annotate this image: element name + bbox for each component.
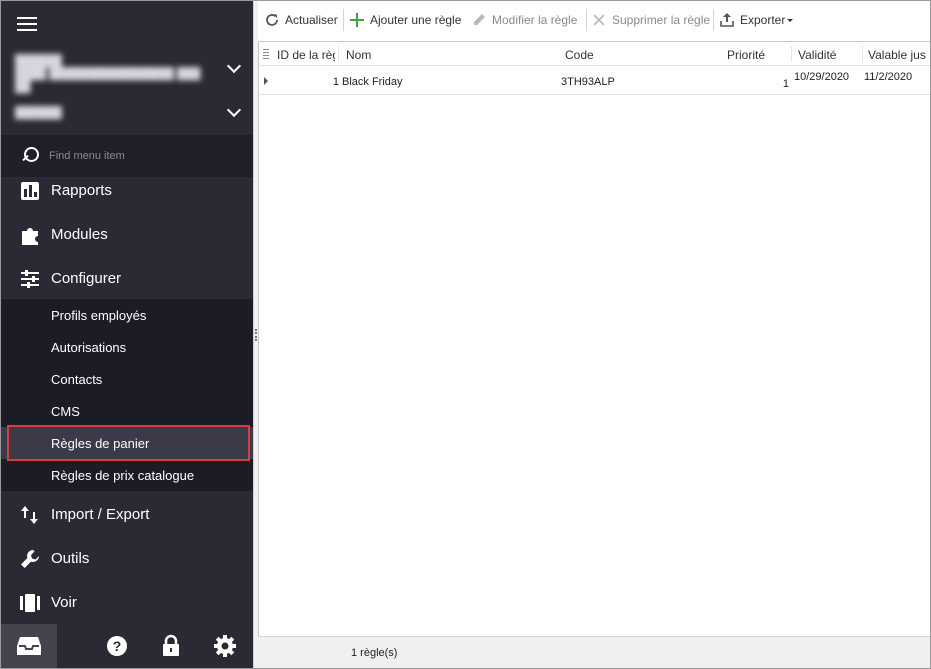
delete-x-icon (593, 14, 605, 26)
toolbar-divider (343, 9, 344, 31)
columns-icon (20, 594, 40, 612)
help-icon: ? (107, 636, 127, 656)
delete-rule-button[interactable]: Supprimer la règle (591, 9, 710, 31)
column-header-valable-jusqua[interactable]: Valable jus (868, 48, 928, 62)
help-button[interactable]: ? (105, 634, 129, 658)
search-icon (21, 147, 39, 163)
refresh-icon (266, 14, 278, 26)
column-header-nom[interactable]: Nom (346, 48, 546, 62)
store-selector[interactable]: ██████ ████ ████████████████ ███ ██ (15, 55, 215, 94)
record-count: 1 règle(s) (351, 647, 398, 659)
plus-icon (350, 13, 364, 27)
column-divider[interactable] (791, 46, 792, 62)
pencil-icon (474, 14, 485, 25)
menu-item-voir[interactable]: Voir (1, 581, 253, 625)
rules-grid: ID de la règ Nom Code Priorité Validité … (258, 41, 930, 636)
add-rule-button[interactable]: Ajouter une règle (349, 9, 461, 31)
submenu-item-cms[interactable]: CMS (1, 395, 253, 427)
menu-item-label: Rapports (51, 182, 112, 199)
menu-item-label: Configurer (51, 270, 122, 287)
submenu-item-label: Autorisations (51, 340, 127, 355)
cell-valid-to: 11/2/2020 (864, 71, 913, 83)
column-header-id[interactable]: ID de la règ (277, 48, 335, 62)
menu-item-outils[interactable]: Outils (1, 537, 253, 581)
splitter-grip-icon (255, 329, 257, 341)
column-header-code[interactable]: Code (565, 48, 715, 62)
refresh-button[interactable]: Actualiser (264, 9, 338, 31)
inbox-icon (17, 637, 41, 655)
arrows-updown-icon (21, 506, 38, 524)
cell-id: 1 (332, 76, 339, 88)
toolbar-divider (713, 9, 714, 31)
gear-icon (214, 635, 236, 657)
edit-rule-button[interactable]: Modifier la règle (471, 9, 577, 31)
bar-chart-icon (21, 182, 39, 200)
menu-item-label: Modules (51, 226, 108, 243)
language-selector[interactable]: ██████ (15, 107, 135, 120)
menu-search-input[interactable] (49, 145, 239, 167)
submenu-item-profils-employes[interactable]: Profils employés (1, 299, 253, 331)
sliders-icon (21, 270, 39, 288)
cell-code: 3TH93ALP (561, 76, 615, 88)
menu-item-label: Import / Export (51, 506, 150, 523)
svg-text:?: ? (113, 638, 122, 654)
submenu-item-label: CMS (51, 404, 80, 419)
expand-row-icon[interactable] (264, 77, 268, 85)
toolbar: Actualiser Ajouter une règle Modifier la… (258, 1, 930, 39)
lock-button[interactable] (159, 634, 183, 658)
puzzle-icon (22, 228, 38, 245)
column-divider[interactable] (338, 46, 339, 62)
inbox-button[interactable] (1, 624, 57, 668)
grid-header: ID de la règ Nom Code Priorité Validité … (259, 42, 930, 66)
menu-item-rapports[interactable]: Rapports (1, 169, 253, 213)
column-header-validite[interactable]: Validité (798, 48, 858, 62)
wrench-icon (21, 550, 39, 568)
toolbar-divider (586, 9, 587, 31)
submenu-item-label: Règles de panier (51, 436, 150, 451)
column-header-priorite[interactable]: Priorité (727, 48, 787, 62)
chevron-down-icon[interactable] (226, 102, 242, 118)
menu-item-configurer[interactable]: Configurer (1, 257, 253, 301)
lock-icon (163, 634, 179, 656)
refresh-label: Actualiser (285, 13, 338, 27)
settings-button[interactable] (213, 634, 237, 658)
menu-item-import-export[interactable]: Import / Export (1, 493, 253, 537)
submenu-item-regles-de-panier[interactable]: Règles de panier (1, 427, 253, 459)
column-divider[interactable] (862, 46, 863, 62)
hamburger-menu-icon[interactable] (17, 15, 39, 33)
edit-rule-label: Modifier la règle (492, 13, 578, 27)
submenu-item-label: Profils employés (51, 308, 147, 323)
submenu-item-regles-de-prix-catalogue[interactable]: Règles de prix catalogue (1, 459, 253, 491)
column-chooser-icon[interactable] (263, 49, 269, 59)
cell-valid-from: 10/29/2020 (794, 71, 850, 83)
main-panel: Actualiser Ajouter une règle Modifier la… (258, 1, 930, 668)
submenu-item-autorisations[interactable]: Autorisations (1, 331, 253, 363)
menu-item-modules[interactable]: Modules (1, 213, 253, 257)
status-bar: 1 règle(s) (258, 636, 930, 668)
submenu-item-label: Contacts (51, 372, 103, 387)
sidebar-bottom-bar: ? (1, 624, 253, 668)
export-button[interactable]: Exporter (719, 9, 794, 31)
sidebar: ██████ ████ ████████████████ ███ ██ █████… (1, 1, 253, 668)
submenu-item-label: Règles de prix catalogue (51, 468, 195, 483)
cell-priority: 1 (782, 78, 789, 90)
chevron-down-icon[interactable] (226, 58, 242, 74)
caret-down-icon (787, 18, 794, 22)
cell-name: Black Friday (342, 76, 403, 88)
submenu-item-contacts[interactable]: Contacts (1, 363, 253, 395)
export-label: Exporter (740, 13, 786, 27)
export-icon (720, 13, 734, 27)
menu-item-label: Voir (51, 594, 77, 611)
configurer-submenu: Profils employés Autorisations Contacts … (1, 299, 253, 491)
add-rule-label: Ajouter une règle (370, 13, 462, 27)
delete-rule-label: Supprimer la règle (612, 13, 711, 27)
menu-item-label: Outils (51, 550, 90, 567)
table-row[interactable]: 1 Black Friday 3TH93ALP 1 10/29/2020 11/… (259, 67, 930, 95)
